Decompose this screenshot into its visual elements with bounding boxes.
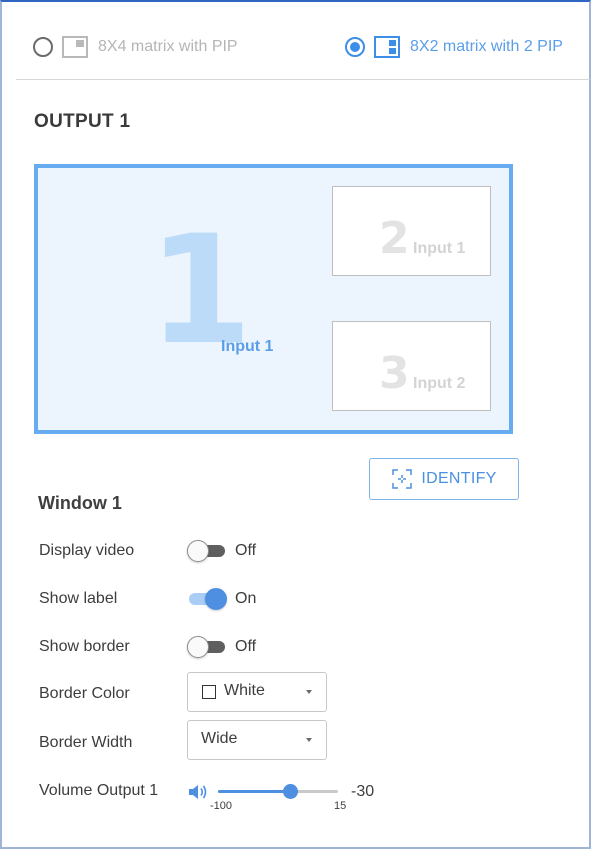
panel-frame: 8X4 matrix with PIP 8X2 matrix with 2 PI… (0, 0, 591, 849)
slider-thumb[interactable] (283, 784, 298, 799)
volume-min-label: -100 (210, 800, 233, 812)
mode-label: 8X2 matrix with 2 PIP (410, 38, 563, 55)
show-label-label: Show label (39, 590, 118, 607)
display-video-toggle[interactable] (187, 540, 227, 562)
pip-label: Input 2 (413, 375, 466, 392)
show-border-state: Off (235, 638, 257, 655)
radio-button[interactable] (33, 37, 53, 57)
border-color-value: White (224, 682, 265, 699)
window-title: Window 1 (38, 493, 122, 513)
layout-2pip-icon (374, 36, 400, 58)
border-width-select[interactable]: Wide (187, 720, 327, 760)
radio-button-selected[interactable] (345, 37, 365, 57)
show-border-label: Show border (39, 638, 130, 655)
volume-max-label: 15 (334, 800, 347, 812)
identify-button[interactable]: IDENTIFY (369, 458, 519, 500)
color-swatch (202, 685, 216, 699)
pip-window-3[interactable]: 3 Input 2 (332, 321, 491, 411)
border-width-label: Border Width (39, 734, 133, 751)
show-label-state: On (235, 590, 257, 607)
display-video-state: Off (235, 542, 257, 559)
output-title: OUTPUT 1 (34, 111, 131, 132)
border-color-select[interactable]: White (187, 672, 327, 712)
pip-label: Input 1 (413, 240, 466, 257)
chevron-down-icon (306, 690, 312, 694)
volume-label: Volume Output 1 (39, 782, 159, 799)
mode-option-8x2-2pip[interactable]: 8X2 matrix with 2 PIP (345, 36, 563, 58)
identify-icon (392, 469, 413, 489)
show-border-toggle[interactable] (187, 636, 227, 658)
pip-window-2[interactable]: 2 Input 1 (332, 186, 491, 276)
pip-number: 2 (379, 213, 410, 264)
main-window-label: Input 1 (221, 338, 274, 355)
display-video-label: Display video (39, 542, 135, 559)
mode-option-8x4-pip[interactable]: 8X4 matrix with PIP (33, 36, 238, 58)
chevron-down-icon (306, 738, 312, 742)
layout-mode-bar: 8X4 matrix with PIP 8X2 matrix with 2 PI… (16, 20, 590, 80)
mode-label: 8X4 matrix with PIP (98, 38, 238, 55)
speaker-icon[interactable] (188, 783, 208, 801)
layout-pip-icon (62, 36, 88, 58)
border-width-value: Wide (201, 730, 238, 747)
output-layout-preview[interactable]: 1 Input 1 2 Input 1 3 Input 2 (34, 164, 513, 434)
border-color-label: Border Color (39, 685, 130, 702)
identify-label: IDENTIFY (421, 470, 497, 487)
volume-value: -30 (351, 783, 375, 800)
volume-slider[interactable] (218, 782, 340, 802)
show-label-toggle[interactable] (187, 588, 227, 610)
pip-number: 3 (379, 348, 410, 399)
